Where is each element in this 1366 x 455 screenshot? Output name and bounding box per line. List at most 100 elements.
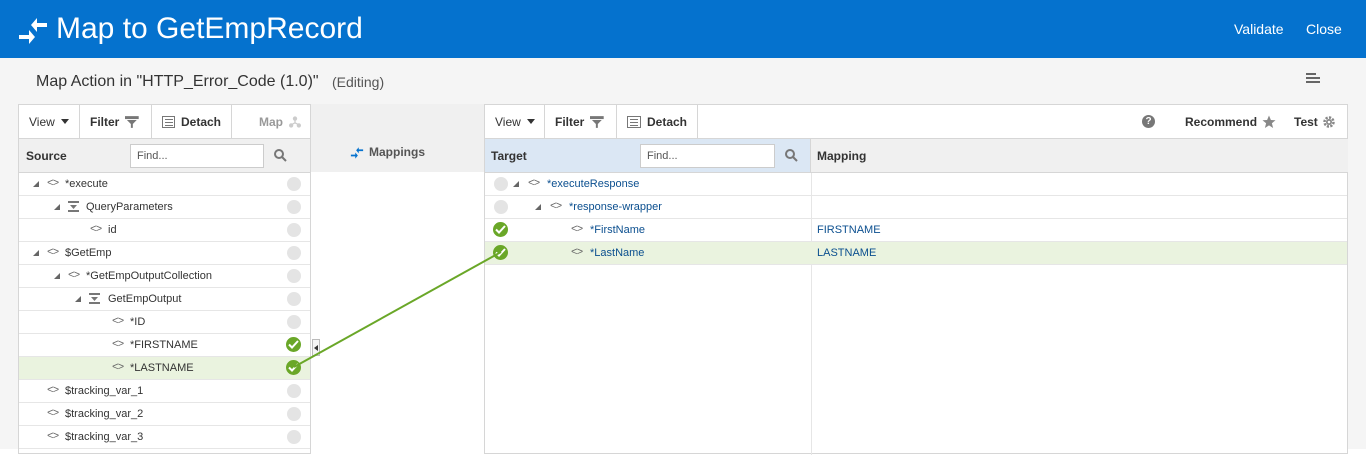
target-filter-button[interactable]: Filter [545, 105, 617, 138]
expand-icon[interactable] [33, 250, 39, 256]
source-row-label: *ID [130, 316, 146, 328]
element-tag-icon: <> [112, 362, 124, 374]
source-row[interactable]: <> *execute [19, 173, 310, 196]
source-row-label: $tracking_var_2 [65, 408, 144, 420]
unmapped-dot-icon [287, 430, 301, 444]
mapping-value[interactable]: FIRSTNAME [817, 224, 881, 236]
search-icon[interactable] [785, 149, 798, 162]
detach-icon [162, 115, 175, 128]
unmapped-dot-icon [287, 407, 301, 421]
source-filter-button[interactable]: Filter [80, 105, 152, 138]
collection-icon [68, 201, 79, 212]
mappings-label: Mappings [350, 145, 425, 159]
unmapped-dot-icon [287, 384, 301, 398]
target-panel: View Filter Detach ? Recommend Test Targ… [484, 104, 1348, 455]
validate-button[interactable]: Validate [1234, 20, 1284, 38]
source-row-label: id [108, 224, 117, 236]
source-row-label: *execute [65, 178, 108, 190]
source-row[interactable]: <> id [19, 219, 310, 242]
map-action-title: Map Action in "HTTP_Error_Code (1.0)" [36, 73, 319, 90]
source-row[interactable]: GetEmpOutput [19, 288, 310, 311]
target-detach-button[interactable]: Detach [617, 105, 698, 138]
expand-icon[interactable] [75, 296, 81, 302]
expand-icon[interactable] [54, 204, 60, 210]
target-row-label: *response-wrapper [569, 201, 662, 213]
target-row[interactable]: <> *FirstName FIRSTNAME [485, 219, 1347, 242]
unmapped-dot-icon [287, 269, 301, 283]
target-row-selected[interactable]: <> *LastName LASTNAME [485, 242, 1347, 265]
source-row-label: $tracking_var_1 [65, 385, 144, 397]
expand-icon[interactable] [33, 181, 39, 187]
element-tag-icon: <> [47, 431, 59, 443]
recommend-button[interactable]: Recommend [1185, 115, 1276, 129]
target-toolbar: View Filter Detach ? Recommend Test [485, 105, 1347, 139]
source-view-menu[interactable]: View [19, 105, 80, 138]
mapping-header: Mapping [811, 139, 1348, 173]
help-icon[interactable]: ? [1142, 115, 1155, 128]
mappings-header: Mappings [311, 104, 484, 172]
mapped-check-icon [286, 337, 301, 352]
detach-icon [627, 115, 641, 128]
target-label: Target [491, 149, 527, 163]
menu-icon[interactable] [1306, 73, 1320, 85]
element-tag-icon: <> [571, 224, 583, 236]
target-search-input[interactable] [640, 144, 775, 168]
unmapped-dot-icon [287, 246, 301, 260]
source-row-label: *LASTNAME [130, 362, 194, 374]
source-row[interactable]: <> $tracking_var_2 [19, 403, 310, 426]
element-tag-icon: <> [571, 247, 583, 259]
map-arrows-icon [19, 18, 47, 44]
element-tag-icon: <> [90, 224, 102, 236]
element-tag-icon: <> [112, 316, 124, 328]
unmapped-dot-icon [287, 292, 301, 306]
unmapped-dot-icon [494, 200, 508, 214]
element-tag-icon: <> [47, 385, 59, 397]
element-tag-icon: <> [68, 270, 80, 282]
top-bar: Map to GetEmpRecord Validate Close [0, 0, 1366, 58]
source-header: Source [19, 139, 310, 173]
element-tag-icon: <> [47, 408, 59, 420]
source-row-selected[interactable]: <> *LASTNAME [19, 357, 310, 380]
editing-status: (Editing) [332, 74, 385, 90]
source-row-label: QueryParameters [86, 201, 173, 213]
expand-icon[interactable] [535, 204, 541, 210]
source-search-input[interactable] [130, 144, 264, 168]
element-tag-icon: <> [550, 201, 562, 213]
mapping-value[interactable]: LASTNAME [817, 247, 876, 259]
source-row[interactable]: <> *FIRSTNAME [19, 334, 310, 357]
target-row-label: *LastName [590, 247, 645, 259]
expand-icon[interactable] [54, 273, 60, 279]
target-row-label: *executeResponse [547, 178, 640, 190]
target-row[interactable]: <> *executeResponse [485, 173, 1347, 196]
search-icon[interactable] [274, 149, 287, 162]
page-title: Map to GetEmpRecord [56, 12, 363, 45]
source-row[interactable]: <> *GetEmpOutputCollection [19, 265, 310, 288]
mapped-check-icon [286, 360, 301, 375]
target-view-menu[interactable]: View [485, 105, 545, 138]
sub-header: Map Action in "HTTP_Error_Code (1.0)" (E… [0, 58, 1366, 104]
unmapped-dot-icon [287, 315, 301, 329]
source-row[interactable]: <> $tracking_var_3 [19, 426, 310, 449]
source-row[interactable]: <> $GetEmp [19, 242, 310, 265]
source-row[interactable]: QueryParameters [19, 196, 310, 219]
source-row[interactable]: <> *ID [19, 311, 310, 334]
collapse-handle-icon[interactable] [312, 339, 320, 356]
source-label: Source [26, 149, 67, 163]
unmapped-dot-icon [287, 223, 301, 237]
mapped-check-icon [493, 222, 508, 237]
filter-icon [125, 115, 140, 128]
test-button[interactable]: Test [1294, 115, 1336, 129]
target-row[interactable]: <> *response-wrapper [485, 196, 1347, 219]
unmapped-dot-icon [287, 177, 301, 191]
filter-icon [590, 115, 605, 128]
close-button[interactable]: Close [1306, 20, 1342, 38]
source-detach-button[interactable]: Detach [152, 105, 232, 138]
caret-down-icon [60, 119, 69, 124]
expand-icon[interactable] [513, 181, 519, 187]
source-row[interactable]: <> $tracking_var_1 [19, 380, 310, 403]
star-icon [1262, 115, 1276, 128]
map-button[interactable]: Map [249, 105, 311, 138]
source-row-label: *FIRSTNAME [130, 339, 198, 351]
collection-icon [89, 293, 100, 304]
source-row-label: $GetEmp [65, 247, 112, 259]
